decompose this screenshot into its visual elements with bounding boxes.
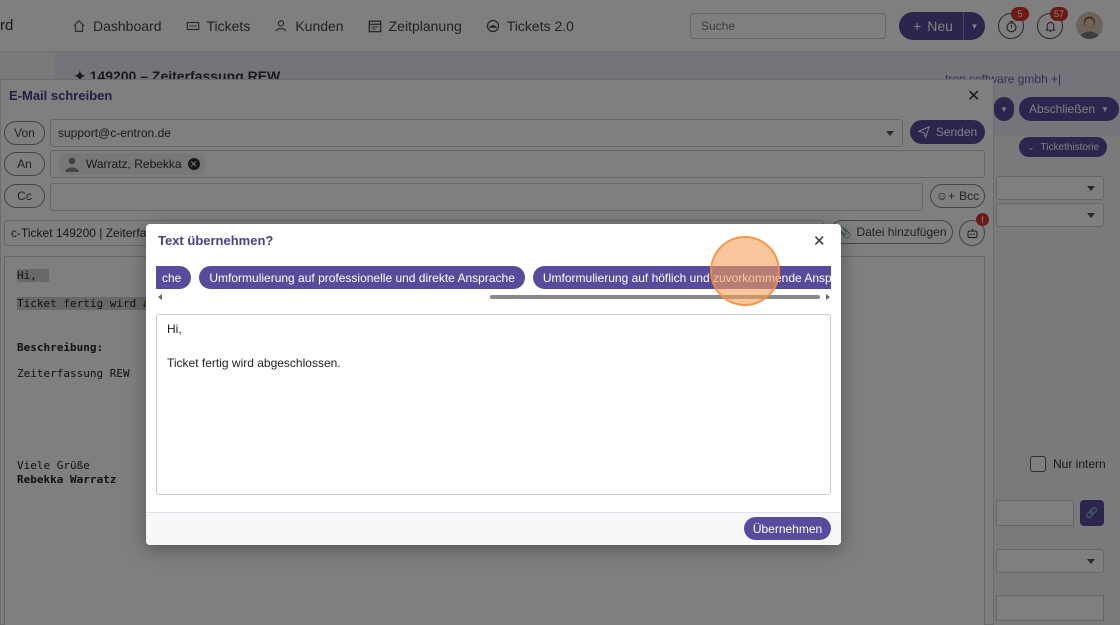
preview-line-2: Ticket fertig wird abgeschlossen. xyxy=(167,356,341,370)
rephrase-options: che Umformulierung auf professionelle un… xyxy=(156,266,831,290)
dialog-footer: Übernehmen xyxy=(146,512,841,545)
rephrase-option-partial[interactable]: che xyxy=(156,266,192,289)
preview-line-1: Hi, xyxy=(167,322,182,336)
scrollbar-thumb[interactable] xyxy=(490,295,820,299)
rephrase-option-polite[interactable]: Umformulierung auf höflich und zuvorkomm… xyxy=(532,266,831,289)
text-preview[interactable]: Hi, Ticket fertig wird abgeschlossen. xyxy=(156,314,831,495)
options-scrollbar[interactable] xyxy=(158,294,830,300)
dialog-close-icon[interactable]: ✕ xyxy=(813,232,826,250)
rephrase-options-track: che Umformulierung auf professionelle un… xyxy=(156,266,831,289)
dialog-title: Text übernehmen? xyxy=(158,233,274,248)
apply-text-dialog: Text übernehmen? ✕ che Umformulierung au… xyxy=(146,224,841,545)
scroll-left-icon[interactable] xyxy=(158,294,162,300)
scroll-right-icon[interactable] xyxy=(826,294,830,300)
rephrase-option-professional[interactable]: Umformulierung auf professionelle und di… xyxy=(199,266,525,289)
apply-button[interactable]: Übernehmen xyxy=(744,517,831,540)
preview-blank-line xyxy=(167,338,820,355)
